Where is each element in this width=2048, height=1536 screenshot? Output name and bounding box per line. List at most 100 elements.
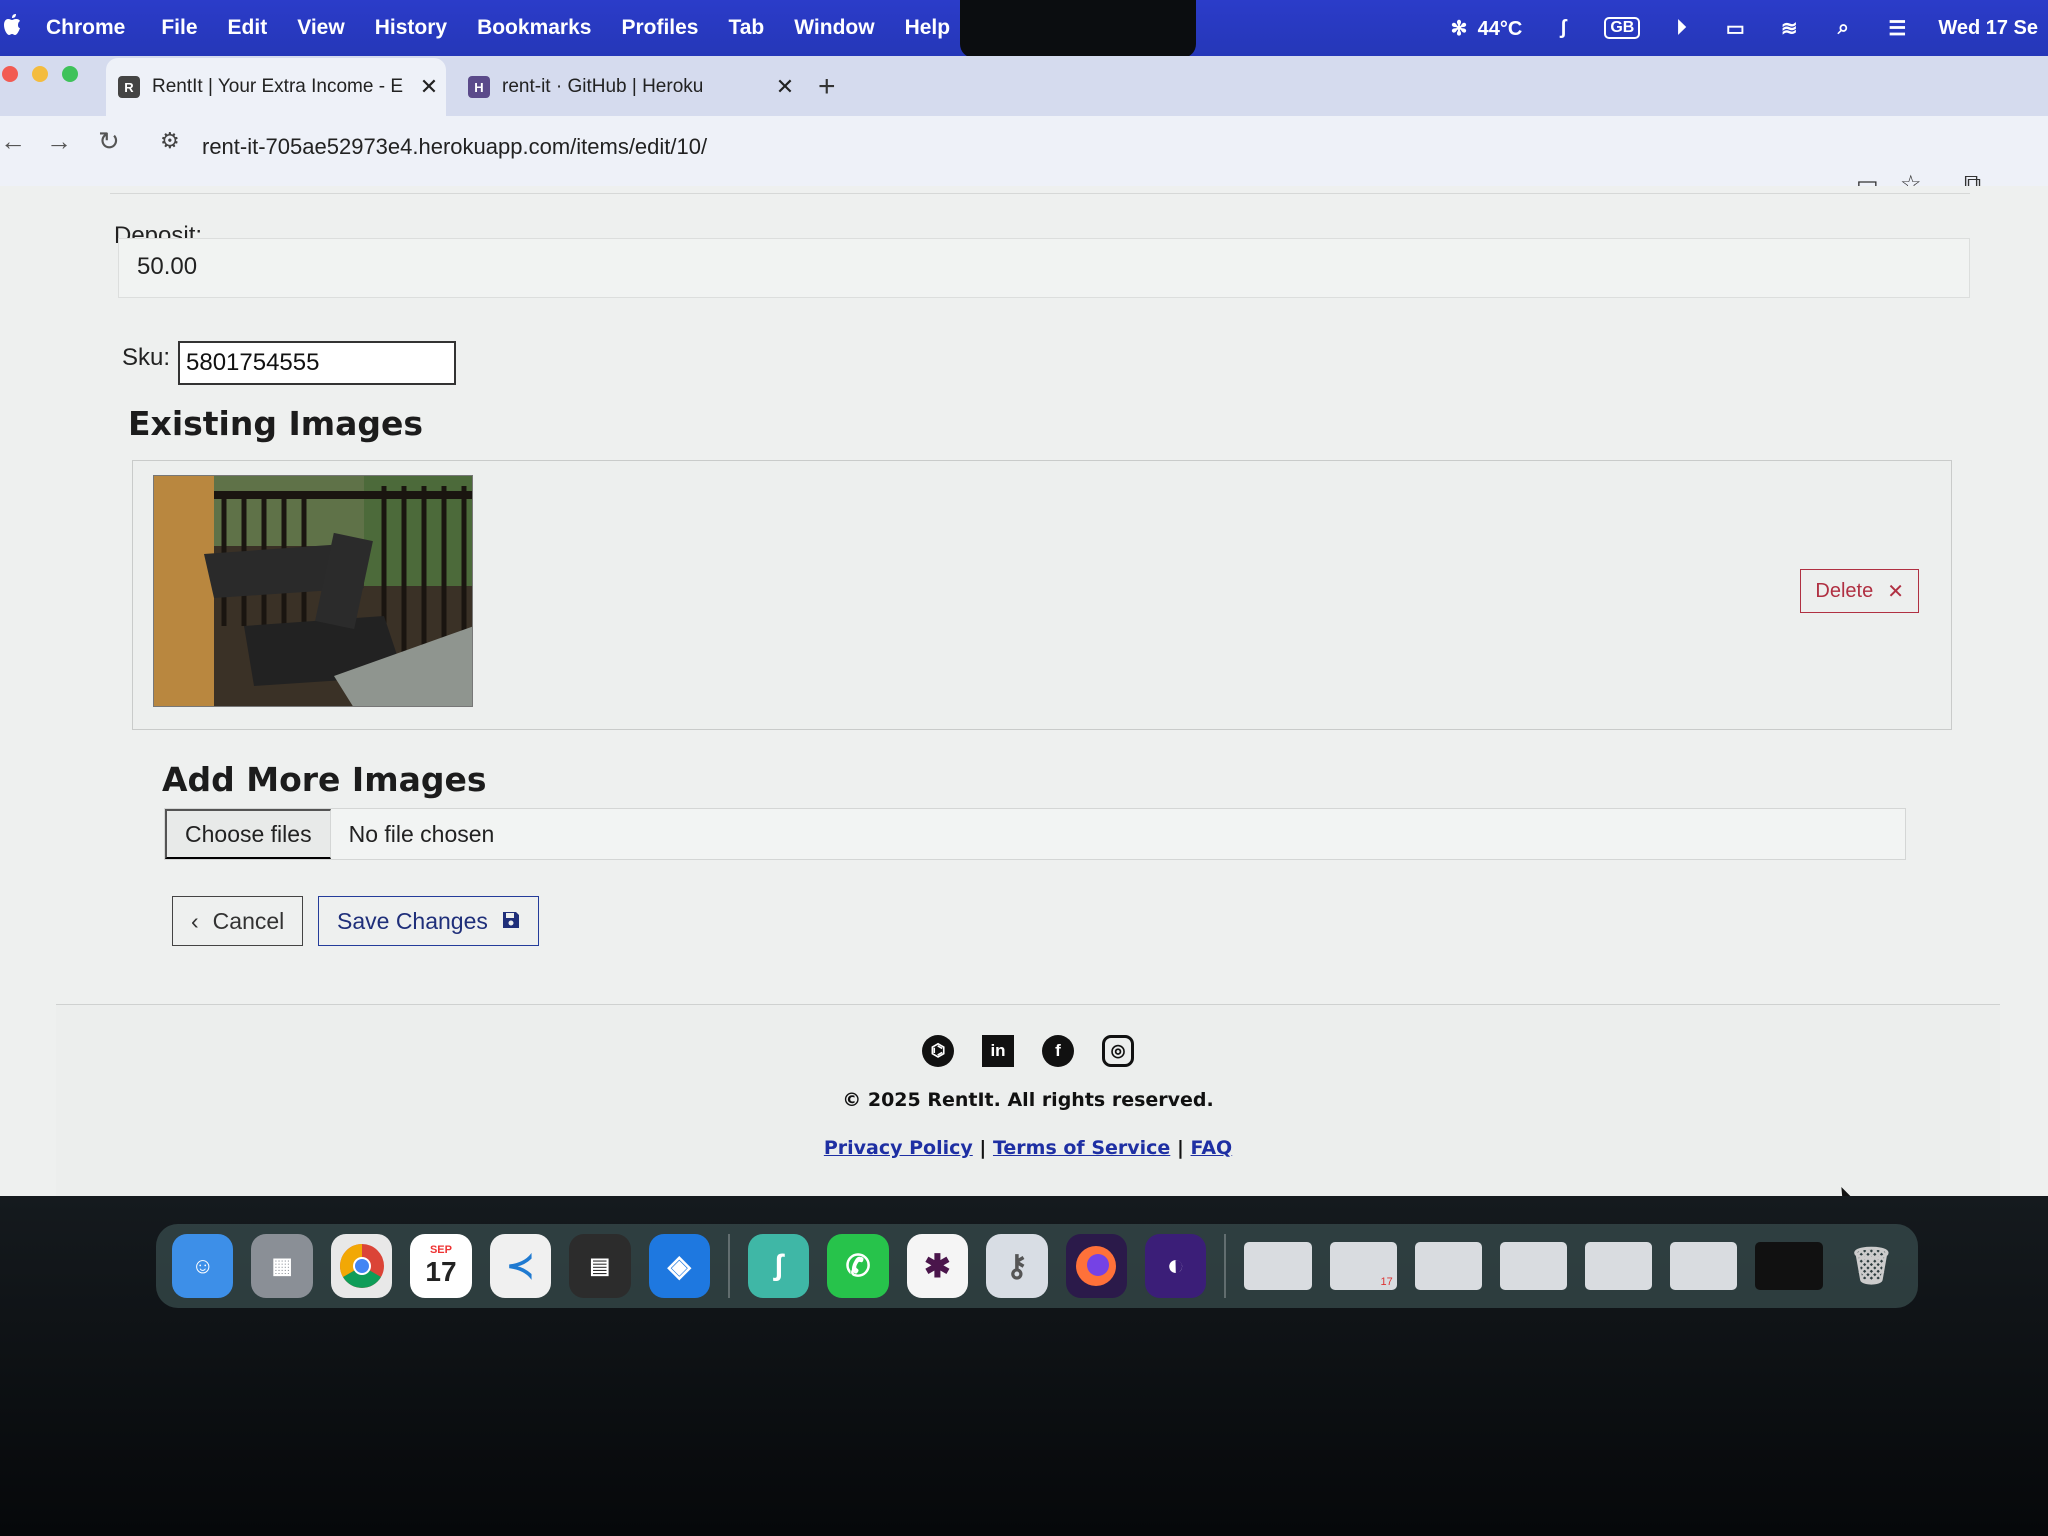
trash-icon[interactable]: 🗑 [1841,1234,1902,1298]
social-links: ⌬ in f ◎ [56,1035,2000,1067]
page-content: Deposit: 50.00 Sku: Existing Images [0,186,2048,1211]
whatsapp-window-thumbnail[interactable] [1414,1242,1482,1290]
menu-edit[interactable]: Edit [228,16,268,40]
heroku-favicon-icon: H [468,76,490,98]
calendar-day: 17 [425,1256,457,1287]
tab-title: RentIt | Your Extra Income - E [152,76,403,97]
cancel-button[interactable]: ‹ Cancel [172,896,304,946]
menu-file[interactable]: File [161,16,197,40]
menu-help[interactable]: Help [905,16,951,40]
existing-images-heading: Existing Images [128,404,424,443]
menu-tab[interactable]: Tab [728,16,764,40]
privacy-policy-link[interactable]: Privacy Policy [824,1137,973,1159]
new-tab-button[interactable]: + [818,70,836,104]
close-tab-icon[interactable]: ✕ [768,74,802,100]
vscode-window-thumbnail[interactable] [1755,1242,1823,1290]
floppy-disk-icon [502,908,520,935]
add-more-images-heading: Add More Images [162,760,487,799]
finder-icon[interactable]: ☺ [172,1234,234,1298]
window-controls [2,66,78,82]
slack-icon[interactable]: ✱ [906,1234,969,1298]
close-window-icon[interactable] [2,66,18,82]
dock-separator [727,1234,730,1298]
control-center-icon[interactable]: ☰ [1884,16,1910,41]
site-info-icon[interactable]: ⚙ [160,128,180,154]
menu-window[interactable]: Window [794,16,874,40]
chevron-left-icon: ‹ [191,907,199,934]
tor-browser-icon[interactable]: ◐ [1144,1234,1207,1298]
existing-image-card: Delete ✕ [132,460,1952,730]
rentit-favicon-icon: R [118,76,140,98]
deposit-field[interactable]: 50.00 [118,238,1970,298]
macos-dock: ☺ ▦ SEP 17 ≺ ▤ ◈ ʃ ✆ ✱ ⚷ ◐ 17 🗑 [156,1224,1918,1308]
menu-view[interactable]: View [297,16,344,40]
dock-separator [1224,1234,1227,1298]
calendar-window-thumbnail[interactable]: 17 [1329,1242,1397,1290]
surfshark-icon[interactable]: ʃ [1550,17,1576,40]
play-icon[interactable]: ⏵ [1668,17,1694,40]
spotlight-search-icon[interactable]: ⌕ [1830,17,1856,40]
footer-links: Privacy Policy | Terms of Service | FAQ [56,1137,2000,1159]
file-status-text: No file chosen [348,820,495,847]
link-separator: | [1176,1137,1184,1159]
vscode-icon[interactable]: ≺ [489,1234,552,1298]
launchpad-icon[interactable]: ▦ [251,1234,313,1298]
sku-input[interactable] [178,341,456,385]
faq-link[interactable]: FAQ [1191,1137,1233,1159]
address-bar[interactable]: rent-it-705ae52973e4.herokuapp.com/items… [202,134,707,160]
apple-menu-icon[interactable] [4,14,34,42]
linkedin-icon[interactable]: in [982,1035,1014,1067]
slack-window-thumbnail[interactable] [1499,1242,1568,1290]
keychain-icon[interactable]: ⚷ [986,1234,1048,1298]
menubar-clock[interactable]: Wed 17 Se [1938,17,2038,40]
tab-rentit[interactable]: R RentIt | Your Extra Income - E ✕ [106,58,446,116]
calendar-icon[interactable]: SEP 17 [410,1234,472,1298]
terms-of-service-link[interactable]: Terms of Service [993,1137,1170,1159]
thumbnail-calendar-day: 17 [1380,1276,1393,1288]
menu-bookmarks[interactable]: Bookmarks [477,16,591,40]
calculator-icon[interactable]: ▤ [569,1234,631,1298]
whatsapp-icon[interactable]: ✆ [827,1234,889,1298]
close-x-icon: ✕ [1887,580,1904,603]
firefox-icon[interactable] [1065,1234,1127,1298]
surfshark-app-icon[interactable]: ʃ [747,1234,810,1298]
reload-icon[interactable]: ↻ [98,126,120,157]
safari-window-thumbnail[interactable] [1670,1242,1738,1290]
github-icon[interactable]: ⌬ [922,1035,954,1067]
minimize-window-icon[interactable] [32,66,48,82]
zoom-window-icon[interactable] [62,66,78,82]
menu-profiles[interactable]: Profiles [621,16,698,40]
temperature-status[interactable]: ✻ 44°C [1446,16,1523,41]
cancel-label: Cancel [212,907,285,934]
wifi-icon[interactable]: ≋ [1776,16,1802,41]
copyright-text: © 2025 RentIt. All rights reserved. [842,1089,1214,1111]
delete-image-button[interactable]: Delete ✕ [1800,569,1919,613]
close-tab-icon[interactable]: ✕ [412,74,446,100]
fan-icon: ✻ [1450,17,1468,40]
facebook-icon[interactable]: f [1042,1035,1074,1067]
choose-files-button[interactable]: Choose files [165,809,331,859]
tab-heroku[interactable]: H rent-it · GitHub | Heroku ✕ [462,58,802,116]
safari-icon[interactable]: ◈ [648,1234,710,1298]
save-label: Save Changes [337,907,488,934]
camera-notch [960,0,1196,58]
window-thumbnail[interactable] [1244,1242,1312,1290]
back-arrow-icon[interactable]: ← [0,126,26,157]
section-divider [110,186,1970,194]
file-upload-field[interactable]: Choose files No file chosen [164,808,1906,860]
instagram-icon[interactable]: ◎ [1102,1035,1134,1067]
battery-icon[interactable]: ▭ [1722,16,1748,41]
sku-label: Sku: [122,344,171,371]
site-footer: ⌬ in f ◎ © 2025 RentIt. All rights reser… [56,1004,2000,1196]
finder-window-thumbnail[interactable] [1585,1242,1653,1290]
menu-history[interactable]: History [375,16,447,40]
menu-app-name[interactable]: Chrome [46,16,125,40]
save-changes-button[interactable]: Save Changes [318,896,539,946]
chrome-icon[interactable] [330,1234,393,1298]
calendar-month: SEP [429,1244,452,1256]
link-separator: | [979,1137,987,1159]
forward-arrow-icon[interactable]: → [46,126,72,157]
temperature-value: 44°C [1477,17,1523,40]
input-source-badge[interactable]: GB [1604,17,1641,39]
balcony-image [153,475,473,707]
